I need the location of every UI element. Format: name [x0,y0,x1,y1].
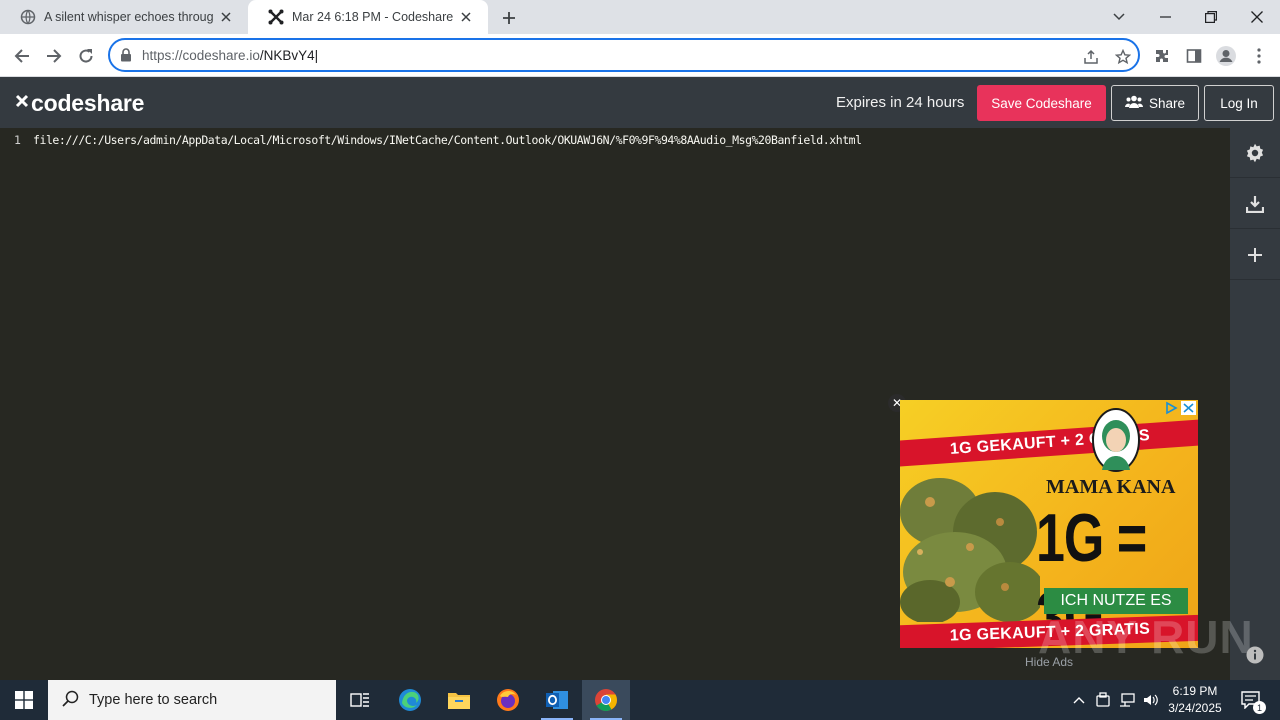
codeshare-logo-icon [14,93,30,114]
tab-title: Mar 24 6:18 PM - Codeshare [292,10,454,24]
tab-codeshare[interactable]: Mar 24 6:18 PM - Codeshare [248,0,488,34]
close-icon[interactable] [218,9,234,25]
save-codeshare-button[interactable]: Save Codeshare [977,85,1106,121]
task-view-icon[interactable] [336,680,384,720]
chrome-icon[interactable] [582,680,630,720]
adchoices-icon[interactable] [1164,401,1196,417]
network-icon[interactable] [1116,680,1138,720]
info-icon[interactable] [1246,646,1264,669]
mascot-avatar-icon [1092,408,1140,472]
browser-menu-icon[interactable] [1248,45,1270,67]
lock-icon[interactable] [120,48,132,67]
notification-count-badge: 1 [1253,701,1266,714]
ad-brand: MAMA KANA [1046,476,1176,498]
share-button[interactable]: Share [1111,85,1199,121]
globe-icon [20,9,36,25]
edge-browser-icon[interactable] [386,680,434,720]
defender-tray-icon[interactable] [1092,680,1114,720]
url-text[interactable]: https://codeshare.io/NKBvY4| [142,48,318,63]
browser-toolbar: https://codeshare.io/NKBvY4| [0,34,1280,77]
outlook-icon[interactable] [533,680,581,720]
search-placeholder: Type here to search [89,692,218,708]
forward-button[interactable] [40,42,68,70]
taskbar-clock[interactable]: 6:19 PM 3/24/2025 [1160,683,1230,717]
share-label: Share [1148,95,1186,111]
download-icon[interactable] [1230,179,1280,229]
taskbar-search-box[interactable]: Type here to search [48,680,336,720]
expires-text: Expires in 24 hours [836,94,965,111]
firefox-icon[interactable] [484,680,532,720]
cannabis-buds-image [900,478,1040,622]
gear-icon[interactable] [1230,128,1280,178]
profile-avatar[interactable] [1215,45,1237,67]
codeshare-favicon-icon [268,9,284,25]
url-host: https://codeshare.io [142,48,260,63]
plus-icon[interactable] [1230,230,1280,280]
extensions-icon[interactable] [1151,45,1173,67]
line-number: 1 [14,133,21,147]
clock-time: 6:19 PM [1172,684,1218,698]
login-button[interactable]: Log In [1204,85,1274,121]
share-page-icon[interactable] [1082,48,1100,66]
tray-chevron-up-icon[interactable] [1068,680,1090,720]
bookmark-star-icon[interactable] [1114,48,1132,66]
new-tab-button[interactable] [498,7,520,29]
code-line[interactable]: file:///C:/Users/admin/AppData/Local/Mic… [33,133,862,147]
codeshare-header: codeshare Expires in 24 hours Save Codes… [0,77,1280,128]
restore-button[interactable] [1188,0,1234,34]
ad-band-top: 1G GEKAUFT + 2 GRATIS [900,418,1198,468]
notifications-icon[interactable]: 1 [1236,680,1266,720]
close-window-button[interactable] [1234,0,1280,34]
volume-icon[interactable] [1140,680,1162,720]
tab-title: A silent whisper echoes through the [44,10,214,24]
file-explorer-icon[interactable] [435,680,483,720]
tab-search-chevron-icon[interactable] [1096,0,1142,34]
windows-taskbar: Type here to search 6:19 PM 3/24/2025 1 [0,680,1280,720]
hide-ads-link[interactable]: Hide Ads [1025,655,1073,669]
side-panel-icon[interactable] [1183,45,1205,67]
clock-date: 3/24/2025 [1168,701,1222,715]
back-button[interactable] [8,42,36,70]
windows-start-icon[interactable] [0,680,48,720]
url-path: /NKBvY4 [259,48,315,63]
address-bar[interactable]: https://codeshare.io/NKBvY4| [108,38,1140,72]
close-icon[interactable] [458,9,474,25]
codeshare-logo[interactable]: codeshare [14,90,144,117]
editor-sidebar [1230,128,1280,680]
search-icon [62,690,79,711]
logo-text: codeshare [31,90,145,116]
reload-button[interactable] [72,42,100,70]
users-icon [1124,95,1143,111]
tab-whisper[interactable]: A silent whisper echoes through the [0,0,248,34]
tab-strip: A silent whisper echoes through the Mar … [0,0,1280,34]
minimize-button[interactable] [1142,0,1188,34]
